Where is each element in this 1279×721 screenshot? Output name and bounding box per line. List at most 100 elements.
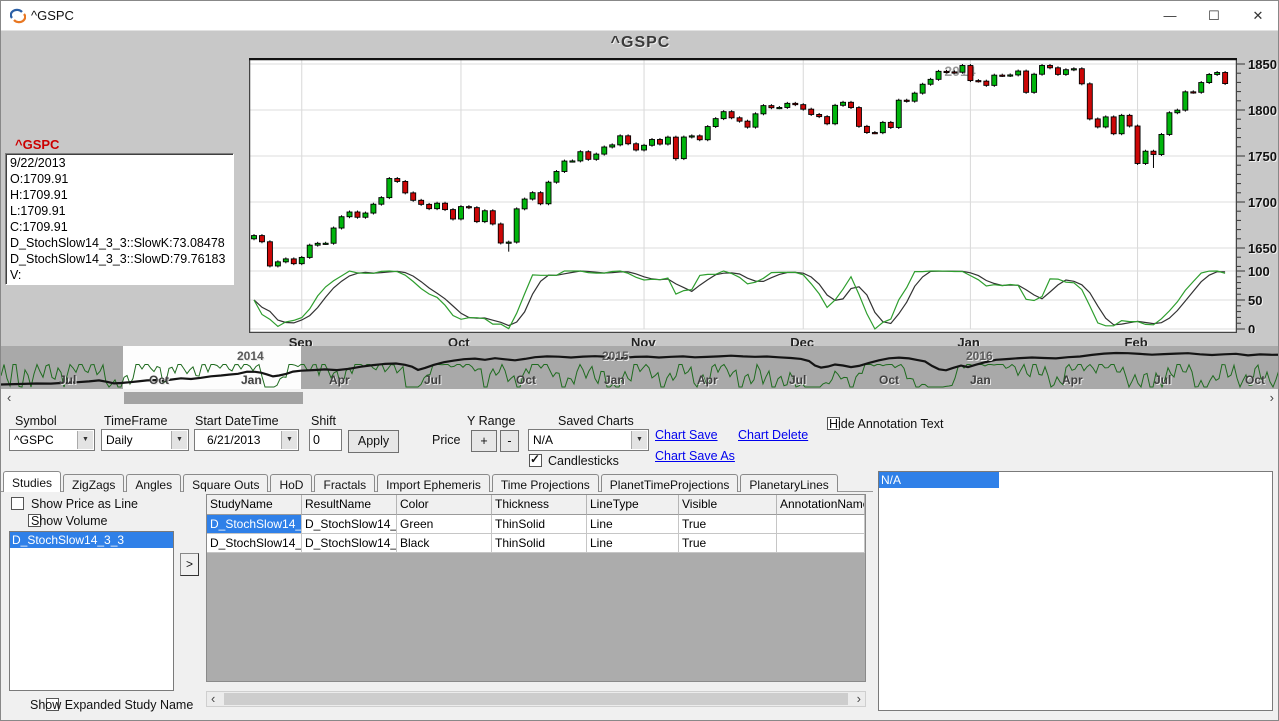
- chevron-down-icon: ▼: [281, 431, 297, 449]
- table-cell[interactable]: [777, 534, 865, 553]
- tab-square-outs[interactable]: Square Outs: [183, 474, 268, 494]
- column-header[interactable]: AnnotationName: [777, 495, 865, 515]
- svg-text:Oct: Oct: [879, 373, 899, 387]
- navigator-strip[interactable]: JulJulOctOctJanJanAprAprJulJulOctOctJanJ…: [1, 346, 1279, 389]
- table-cell[interactable]: D_StochSlow14_3_3: [302, 534, 397, 553]
- tab-hod[interactable]: HoD: [270, 474, 312, 494]
- svg-text:50: 50: [1248, 293, 1262, 308]
- yrange-label: Y Range: [467, 414, 515, 428]
- table-cell[interactable]: D_StochSlow14_3_3: [302, 515, 397, 534]
- column-header[interactable]: Thickness: [492, 495, 587, 515]
- symbol-select[interactable]: ^GSPC▼: [9, 429, 95, 451]
- timeframe-field-label: TimeFrame: [104, 414, 167, 428]
- svg-text:Oct: Oct: [149, 373, 169, 387]
- study-results-table[interactable]: StudyNameResultNameColorThicknessLineTyp…: [206, 494, 866, 682]
- chevron-down-icon: ▼: [77, 431, 93, 449]
- table-cell[interactable]: ThinSolid: [492, 515, 587, 534]
- tab-time-projections[interactable]: Time Projections: [492, 474, 599, 494]
- navigator-scroll-thumb[interactable]: [124, 392, 303, 404]
- column-header[interactable]: Color: [397, 495, 492, 515]
- info-line: 9/22/2013: [10, 155, 229, 171]
- tab-studies[interactable]: Studies: [3, 471, 61, 492]
- svg-text:Oct: Oct: [1245, 373, 1265, 387]
- svg-text:Jul: Jul: [1154, 373, 1171, 387]
- svg-text:1800: 1800: [1248, 103, 1277, 118]
- scroll-left-icon[interactable]: ‹: [7, 390, 11, 405]
- title-bar: ^GSPC —☐✕: [1, 1, 1279, 31]
- svg-text:Jan: Jan: [241, 373, 262, 387]
- table-cell[interactable]: D_StochSlow14_3_3: [207, 515, 302, 534]
- quote-info-panel: 9/22/2013O:1709.91H:1709.91L:1709.91C:17…: [5, 153, 234, 285]
- table-cell[interactable]: True: [679, 534, 777, 553]
- table-cell[interactable]: True: [679, 515, 777, 534]
- show-volume-label: Show Volume: [31, 514, 107, 528]
- table-scroll-thumb[interactable]: [224, 693, 848, 705]
- table-hscrollbar[interactable]: ‹ ›: [206, 691, 866, 707]
- column-header[interactable]: LineType: [587, 495, 679, 515]
- list-item[interactable]: D_StochSlow14_3_3: [10, 532, 173, 548]
- chart-delete-link[interactable]: Chart Delete: [738, 428, 808, 442]
- info-line: C:1709.91: [10, 219, 229, 235]
- timeframe-select[interactable]: Daily▼: [101, 429, 189, 451]
- tab-zigzags[interactable]: ZigZags: [63, 474, 124, 494]
- saved-charts-label: Saved Charts: [558, 414, 634, 428]
- show-expanded-label: Show Expanded Study Name: [30, 698, 193, 712]
- info-line: H:1709.91: [10, 187, 229, 203]
- column-header[interactable]: ResultName: [302, 495, 397, 515]
- start-datetime-select[interactable]: 6/21/2013▼: [194, 429, 299, 451]
- chevron-down-icon: ▼: [631, 431, 647, 449]
- scroll-right-icon[interactable]: ›: [1270, 390, 1274, 405]
- yrange-plus-button[interactable]: +: [471, 430, 497, 452]
- chart-save-link[interactable]: Chart Save: [655, 428, 718, 442]
- column-header[interactable]: StudyName: [207, 495, 302, 515]
- info-line: D_StochSlow14_3_3::SlowK:73.08478: [10, 235, 229, 251]
- yrange-minus-button[interactable]: -: [500, 430, 519, 452]
- table-cell[interactable]: D_StochSlow14_3_3: [207, 534, 302, 553]
- apply-button[interactable]: Apply: [348, 430, 399, 453]
- close-button[interactable]: ✕: [1236, 1, 1279, 31]
- scroll-right-icon[interactable]: ›: [857, 691, 861, 706]
- table-cell[interactable]: ThinSolid: [492, 534, 587, 553]
- table-row[interactable]: D_StochSlow14_3_3D_StochSlow14_3_3BlackT…: [207, 534, 865, 553]
- svg-text:Jul: Jul: [424, 373, 441, 387]
- table-cell[interactable]: Black: [397, 534, 492, 553]
- tab-planetarylines[interactable]: PlanetaryLines: [740, 474, 837, 494]
- tab-import-ephemeris[interactable]: Import Ephemeris: [377, 474, 490, 494]
- scroll-left-icon[interactable]: ‹: [211, 691, 215, 706]
- studies-panel: Show Price as Line Show Volume D_StochSl…: [1, 492, 1279, 713]
- column-header[interactable]: Visible: [679, 495, 777, 515]
- svg-text:2015: 2015: [602, 349, 629, 363]
- table-cell[interactable]: [777, 515, 865, 534]
- shift-input[interactable]: 0: [309, 429, 342, 451]
- list-item[interactable]: N/A: [879, 472, 999, 488]
- table-cell[interactable]: Green: [397, 515, 492, 534]
- chart-save-as-link[interactable]: Chart Save As: [655, 449, 735, 463]
- svg-text:Apr: Apr: [329, 373, 350, 387]
- minimize-button[interactable]: —: [1148, 1, 1192, 31]
- study-listbox[interactable]: D_StochSlow14_3_3: [9, 531, 174, 691]
- info-line: L:1709.91: [10, 203, 229, 219]
- tab-fractals[interactable]: Fractals: [314, 474, 375, 494]
- svg-text:Jan: Jan: [604, 373, 625, 387]
- tab-angles[interactable]: Angles: [126, 474, 181, 494]
- chevron-down-icon: ▼: [171, 431, 187, 449]
- navigator-scrollbar[interactable]: ‹ ›: [1, 390, 1279, 406]
- svg-text:2014: 2014: [237, 349, 264, 363]
- window-title: ^GSPC: [31, 8, 74, 23]
- table-cell[interactable]: Line: [587, 534, 679, 553]
- table-cell[interactable]: Line: [587, 515, 679, 534]
- candlesticks-checkbox[interactable]: [529, 454, 542, 467]
- saved-charts-select[interactable]: N/A▼: [528, 429, 649, 451]
- svg-text:1700: 1700: [1248, 195, 1277, 210]
- price-axis: 1850185018001800175017501700170016501650…: [1237, 58, 1279, 333]
- symbol-label: ^GSPC: [15, 137, 59, 152]
- price-chart[interactable]: 2014: [249, 58, 1237, 333]
- tab-strip: StudiesZigZagsAnglesSquare OutsHoDFracta…: [1, 470, 873, 492]
- tab-planettimeprojections[interactable]: PlanetTimeProjections: [601, 474, 739, 494]
- svg-text:Apr: Apr: [1062, 373, 1083, 387]
- transfer-study-button[interactable]: >: [180, 553, 199, 576]
- show-price-line-checkbox[interactable]: [11, 497, 24, 510]
- maximize-button[interactable]: ☐: [1192, 1, 1236, 31]
- table-row[interactable]: D_StochSlow14_3_3D_StochSlow14_3_3GreenT…: [207, 515, 865, 534]
- annotation-listbox[interactable]: N/A: [878, 471, 1273, 711]
